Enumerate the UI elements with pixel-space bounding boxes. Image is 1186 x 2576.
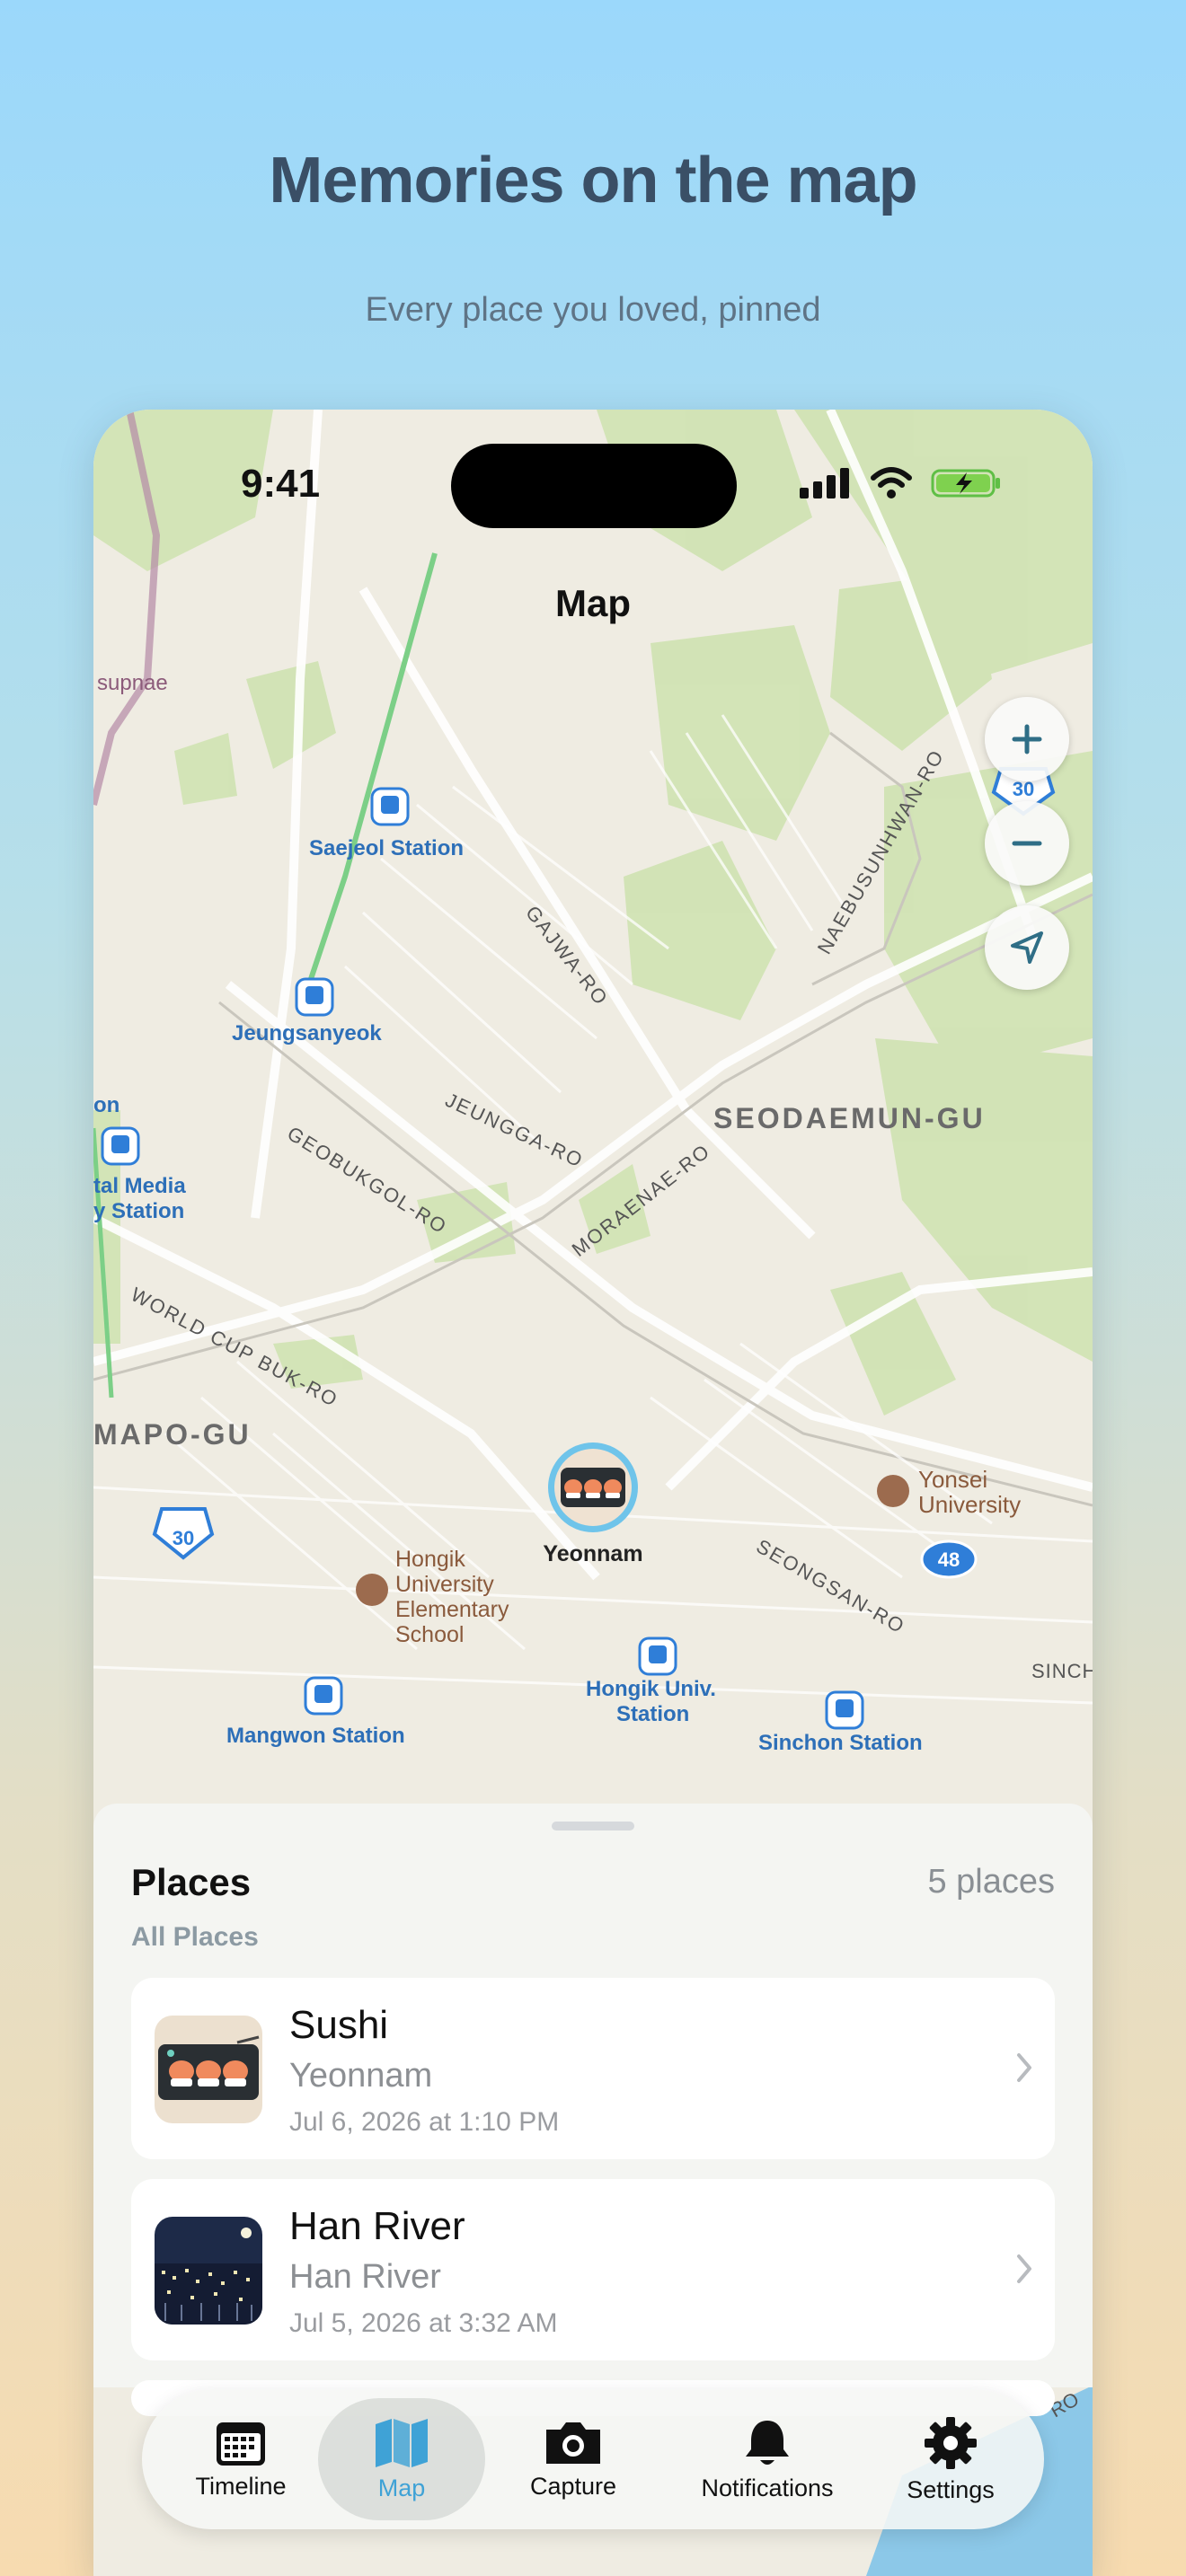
svg-text:University: University xyxy=(918,1491,1021,1518)
svg-text:Saejeol Station: Saejeol Station xyxy=(309,836,464,860)
bell-icon xyxy=(746,2420,789,2465)
svg-text:Station: Station xyxy=(616,1702,689,1726)
place-date: Jul 6, 2026 at 1:10 PM xyxy=(289,2107,560,2137)
pin-label: Yeonnam xyxy=(543,1541,642,1566)
sushi-thumb xyxy=(155,2016,262,2123)
svg-text:Jeungsanyeok: Jeungsanyeok xyxy=(232,1021,382,1045)
chevron-right-icon xyxy=(1017,2053,1031,2082)
svg-text:48: 48 xyxy=(938,1548,960,1571)
places-sheet: Places 5 places All Places Sushi Yeonnam… xyxy=(93,1804,1093,2416)
calendar-icon xyxy=(217,2422,265,2466)
tab-label: Settings xyxy=(907,2475,995,2503)
map-label: supnae xyxy=(97,671,168,695)
plus-icon xyxy=(1012,724,1042,754)
chevron-right-icon xyxy=(1017,2254,1031,2283)
tab-label: Notifications xyxy=(701,2474,834,2501)
minus-icon xyxy=(1012,841,1042,846)
map-title: Map xyxy=(555,582,631,624)
hero-title: Memories on the map xyxy=(269,145,917,216)
locate-me-button[interactable] xyxy=(985,905,1069,990)
svg-text:University: University xyxy=(395,1572,494,1597)
zoom-in-button[interactable] xyxy=(985,697,1069,781)
sheet-title: Places xyxy=(131,1861,252,1903)
svg-text:on: on xyxy=(93,1093,119,1117)
status-time: 9:41 xyxy=(241,462,321,506)
svg-text:School: School xyxy=(395,1622,464,1647)
dynamic-island xyxy=(451,444,737,528)
place-card[interactable]: Han River Han River Jul 5, 2026 at 3:32 … xyxy=(131,2179,1055,2360)
places-filter[interactable]: All Places xyxy=(131,1922,259,1953)
tab-map[interactable]: Map xyxy=(327,2389,476,2529)
map-icon xyxy=(376,2418,428,2467)
camera-icon xyxy=(546,2422,600,2464)
zoom-out-button[interactable] xyxy=(985,801,1069,886)
tab-notifications[interactable]: Notifications xyxy=(668,2389,866,2529)
wifi-icon xyxy=(871,467,912,498)
svg-text:tal Media: tal Media xyxy=(93,1174,186,1198)
place-date: Jul 5, 2026 at 3:32 AM xyxy=(289,2308,558,2338)
svg-text:Mangwon Station: Mangwon Station xyxy=(226,1724,405,1748)
place-subtitle: Han River xyxy=(289,2258,441,2296)
place-title: Sushi xyxy=(289,2003,389,2047)
tab-capture[interactable]: Capture xyxy=(492,2389,654,2529)
svg-text:Elementary: Elementary xyxy=(395,1597,509,1622)
svg-text:Hongik Univ.: Hongik Univ. xyxy=(586,1677,716,1701)
place-subtitle: Yeonnam xyxy=(289,2057,433,2095)
place-title: Han River xyxy=(289,2204,465,2248)
svg-text:SINCH: SINCH xyxy=(1031,1660,1093,1682)
cellular-icon xyxy=(800,468,849,498)
station-marker[interactable] xyxy=(370,787,410,826)
tab-settings[interactable]: Settings xyxy=(879,2389,1022,2529)
places-count: 5 places xyxy=(927,1863,1055,1901)
svg-text:MAPO-GU: MAPO-GU xyxy=(93,1418,252,1451)
svg-text:Hongik: Hongik xyxy=(395,1547,465,1572)
tab-label: Map xyxy=(377,2474,426,2501)
tab-label: Timeline xyxy=(195,2472,287,2500)
tab-bar: Timeline Map Capture Notifications Setti… xyxy=(142,2389,1044,2529)
svg-text:Yonsei: Yonsei xyxy=(918,1466,987,1493)
gear-icon xyxy=(925,2416,977,2469)
night-city-thumb xyxy=(155,2217,262,2325)
tab-timeline[interactable]: Timeline xyxy=(169,2389,313,2529)
svg-text:Sinchon Station: Sinchon Station xyxy=(758,1731,923,1755)
tab-label: Capture xyxy=(529,2472,617,2500)
battery-icon xyxy=(931,469,1000,498)
place-card[interactable]: Sushi Yeonnam Jul 6, 2026 at 1:10 PM xyxy=(131,1978,1055,2159)
svg-text:y Station: y Station xyxy=(93,1199,184,1223)
photo-pin-yeonnam[interactable] xyxy=(548,1442,638,1532)
hero-subtitle: Every place you loved, pinned xyxy=(365,291,821,329)
location-arrow-icon xyxy=(1011,931,1043,964)
phone-frame: supnae Saejeol Station Jeungsanyeok GAJW… xyxy=(93,410,1093,2576)
sheet-grabber[interactable] xyxy=(552,1822,634,1831)
svg-text:SEODAEMUN-GU: SEODAEMUN-GU xyxy=(713,1102,986,1134)
status-icons xyxy=(800,467,1003,499)
svg-text:30: 30 xyxy=(173,1527,194,1549)
